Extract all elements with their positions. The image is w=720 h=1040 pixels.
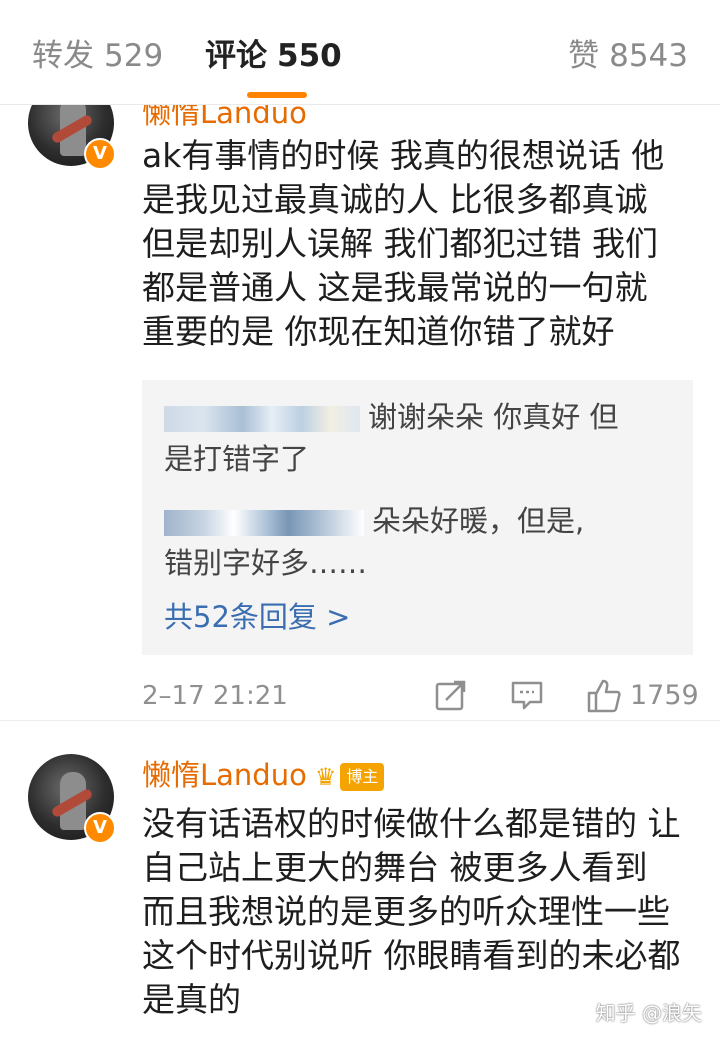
comment-meta: 2–17 21:21 1759 xyxy=(142,676,699,716)
comment-text: ak有事情的时候 我真的很想说话 他 是我见过最真诚的人 比很多都真诚 但是却别… xyxy=(142,134,692,354)
like-button[interactable]: 1759 xyxy=(586,678,699,714)
tab-bar: 转发 529 评论 550 赞 8543 xyxy=(0,0,720,105)
divider xyxy=(0,720,720,721)
tab-like[interactable]: 赞 8543 xyxy=(568,36,688,76)
reply-item[interactable]: 谢谢朵朵 你真好 但 是打错字了 xyxy=(164,396,674,480)
crown-icon: ♛ xyxy=(314,763,337,791)
verified-badge-icon: V xyxy=(84,138,116,170)
tab-comment[interactable]: 评论 550 xyxy=(205,36,342,76)
tab-repost-label: 转发 xyxy=(32,38,94,74)
share-button[interactable] xyxy=(434,678,468,714)
comment-line: 自己站上更大的舞台 被更多人看到 xyxy=(142,848,648,887)
blurred-username xyxy=(164,510,364,536)
tab-comment-label: 评论 xyxy=(205,38,267,74)
comment-author[interactable]: 懒惰Landuo ♛ 博主 xyxy=(142,752,385,794)
comment-line: 没有话语权的时候做什么都是错的 让 xyxy=(142,804,681,843)
watermark: 知乎 @浪矢 xyxy=(595,1001,702,1025)
tab-repost[interactable]: 转发 529 xyxy=(32,36,163,76)
tab-like-count: 8543 xyxy=(609,38,688,74)
comment-icon xyxy=(511,681,543,710)
reply-text: 错别字好多…… xyxy=(164,546,368,580)
reply-text: 是打错字了 xyxy=(164,442,310,476)
comment-line: 而且我想说的是更多的听众理性一些 xyxy=(142,892,670,931)
comment-line: 重要的是 你现在知道你错了就好 xyxy=(142,312,615,351)
share-icon xyxy=(435,680,466,711)
comment-line: 但是却别人误解 我们都犯过错 我们 xyxy=(142,224,658,263)
reply-text: 谢谢朵朵 你真好 但 xyxy=(368,400,619,434)
comment-text: 没有话语权的时候做什么都是错的 让 自己站上更大的舞台 被更多人看到 而且我想说… xyxy=(142,802,692,1022)
tab-comment-count: 550 xyxy=(277,38,342,74)
active-tab-indicator xyxy=(247,92,307,98)
comment-author-name: 懒惰Landuo xyxy=(142,758,307,792)
thumbs-up-icon xyxy=(587,679,621,713)
reply-item[interactable]: 朵朵好暖，但是, 错别字好多…… xyxy=(164,500,674,584)
reply-text: 朵朵好暖，但是, xyxy=(372,504,585,538)
comment-line: 都是普通人 这是我最常说的一句就 xyxy=(142,268,648,307)
tab-like-label: 赞 xyxy=(568,38,600,74)
comment-line: 这个时代别说听 你眼睛看到的未必都 xyxy=(142,936,681,975)
comment-line: 是我见过最真诚的人 比很多都真诚 xyxy=(142,180,648,219)
verified-badge-icon: V xyxy=(84,812,116,844)
more-replies-link[interactable]: 共52条回复 > xyxy=(164,596,350,638)
comment-time: 2–17 21:21 xyxy=(142,681,288,711)
blurred-username xyxy=(164,406,360,432)
like-count: 1759 xyxy=(630,680,699,711)
reply-box[interactable]: 谢谢朵朵 你真好 但 是打错字了 朵朵好暖，但是, 错别字好多…… 共52条回复… xyxy=(142,380,693,655)
comment-line: ak有事情的时候 我真的很想说话 他 xyxy=(142,136,665,175)
reply-button[interactable] xyxy=(510,678,544,714)
blogger-tag: 博主 xyxy=(340,763,385,791)
tab-repost-count: 529 xyxy=(104,38,164,74)
